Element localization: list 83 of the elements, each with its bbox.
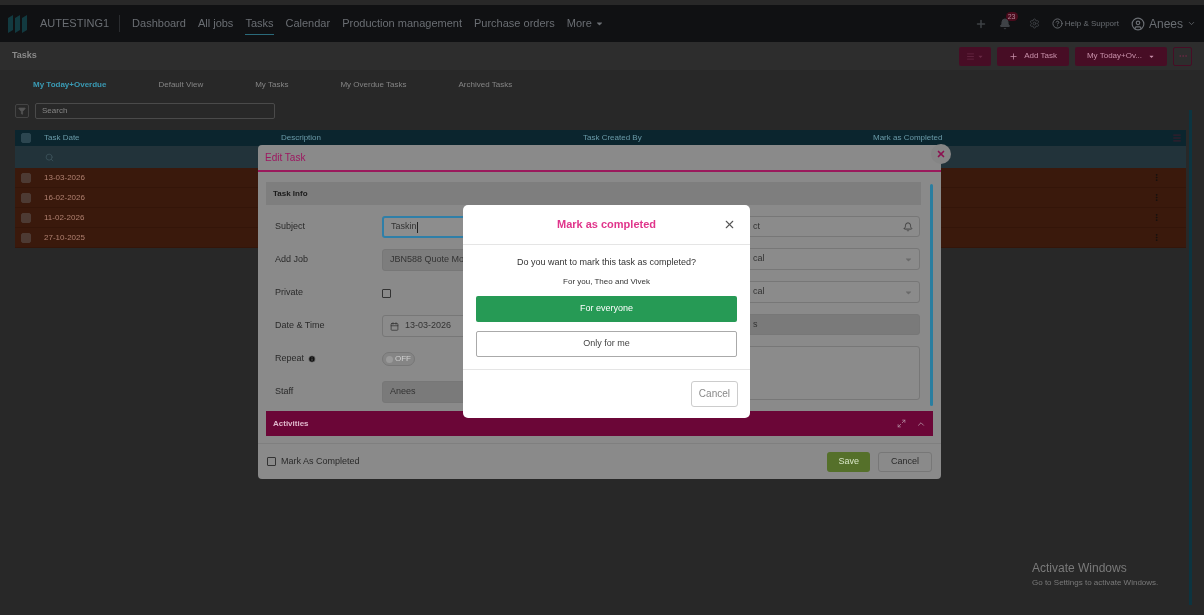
- confirm-detail: For you, Theo and Vivek: [563, 275, 650, 288]
- info-icon: [308, 355, 317, 363]
- column-header: Task Date: [44, 132, 81, 144]
- field-label: Date & Time: [275, 319, 325, 333]
- close-icon: [936, 149, 946, 159]
- row-menu-icon[interactable]: [1152, 193, 1161, 202]
- row-menu-icon[interactable]: [1152, 233, 1161, 242]
- for-everyone-button[interactable]: For everyone: [476, 295, 737, 322]
- expand-icon[interactable]: [897, 419, 906, 428]
- confirm-question: Do you want to mark this task as completed?: [516, 256, 697, 269]
- section-title: Activities: [273, 417, 309, 430]
- nav-link[interactable]: Production management: [342, 12, 462, 35]
- more-menu[interactable]: More: [566, 15, 604, 32]
- close-button[interactable]: [723, 218, 736, 231]
- add-task-button[interactable]: Add Task: [997, 46, 1069, 66]
- filter-button[interactable]: [15, 104, 29, 118]
- checkbox[interactable]: [382, 288, 391, 298]
- dialog-title: Mark as completed: [556, 217, 656, 233]
- notification-icon[interactable]: [998, 17, 1011, 30]
- column-header: Description: [281, 132, 322, 144]
- activation-notice-title: Activate Windows: [1032, 560, 1128, 577]
- field-label: Repeat: [275, 352, 305, 366]
- column-header: Mark as Completed: [873, 132, 944, 144]
- only-for-me-button[interactable]: Only for me: [476, 330, 737, 357]
- task-date: 13-03-2026: [44, 171, 85, 184]
- section-title: Task Info: [273, 187, 308, 200]
- more-button[interactable]: [1173, 46, 1192, 66]
- task-date: 16-02-2026: [44, 191, 85, 204]
- nav-link[interactable]: Calendar: [285, 12, 331, 35]
- help-link[interactable]: Help & Support: [1051, 17, 1119, 30]
- add-icon[interactable]: [974, 17, 987, 30]
- view-tab[interactable]: My Tasks: [255, 79, 289, 91]
- view-tab[interactable]: Default View: [158, 79, 204, 91]
- save-button[interactable]: Save: [827, 451, 870, 472]
- field-label: Subject: [275, 220, 306, 234]
- checkbox[interactable]: [21, 192, 31, 203]
- caret-icon: [594, 19, 604, 28]
- dialog-title: Edit Task: [265, 151, 306, 165]
- task-date: 27-10-2025: [44, 231, 85, 244]
- brand-name: AUTESTING1: [40, 15, 121, 32]
- logo-icon: [8, 14, 28, 33]
- settings-icon[interactable]: [1028, 18, 1040, 29]
- field-label: Private: [275, 286, 303, 300]
- view-dropdown[interactable]: My Today+Ov...: [1074, 46, 1167, 66]
- user-menu[interactable]: Anees: [1130, 14, 1196, 33]
- task-date: 11-02-2026: [44, 211, 85, 224]
- view-tab[interactable]: My Today+Overdue: [33, 79, 107, 91]
- filter-icon: [18, 107, 26, 115]
- plus-icon: [1009, 51, 1019, 61]
- row-menu-icon[interactable]: [1152, 173, 1161, 182]
- list-view-button[interactable]: [959, 46, 992, 66]
- cancel-button[interactable]: Cancel: [878, 451, 932, 472]
- checkbox-label: Mark As Completed: [281, 454, 360, 468]
- checkbox[interactable]: [21, 133, 31, 143]
- help-icon: [1051, 18, 1063, 29]
- view-tab[interactable]: My Overdue Tasks: [340, 79, 407, 91]
- toggle-switch[interactable]: OFF: [382, 352, 415, 366]
- view-tab[interactable]: Archived Tasks: [458, 79, 513, 91]
- column-header: Task Created By: [583, 132, 643, 144]
- chevron-icon: [1187, 19, 1196, 28]
- checkbox[interactable]: [21, 172, 31, 183]
- search-icon[interactable]: [45, 152, 54, 162]
- menu-icon: [966, 51, 976, 61]
- search-field[interactable]: Search: [35, 103, 275, 119]
- field-label: Staff: [275, 385, 294, 399]
- field-label: Add Job: [275, 253, 309, 267]
- user-icon: [1130, 16, 1145, 31]
- close-icon: [723, 218, 736, 231]
- close-button[interactable]: [931, 144, 951, 164]
- bell-icon: [903, 221, 913, 232]
- nav-link[interactable]: Purchase orders: [474, 12, 555, 35]
- checkbox[interactable]: [21, 232, 31, 243]
- column-menu-icon[interactable]: [1172, 133, 1182, 143]
- page-title: Tasks: [12, 49, 37, 63]
- row-menu-icon[interactable]: [1152, 213, 1161, 222]
- nav-link[interactable]: Dashboard: [132, 12, 186, 35]
- nav-link[interactable]: Tasks: [245, 11, 274, 36]
- checkbox[interactable]: [267, 457, 276, 466]
- checkbox[interactable]: [21, 212, 31, 223]
- dialog-scrollbar[interactable]: [930, 184, 933, 406]
- cancel-button[interactable]: Cancel: [690, 380, 738, 407]
- nav-link[interactable]: All jobs: [197, 12, 234, 35]
- calendar-icon: [390, 321, 399, 331]
